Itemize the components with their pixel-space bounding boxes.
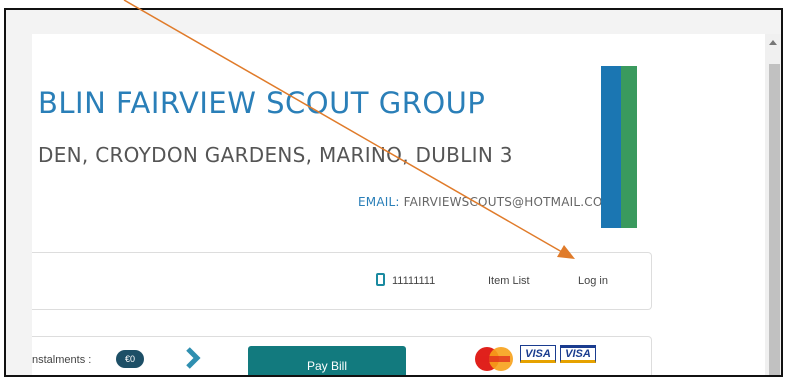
brand-bar-green	[621, 66, 637, 228]
screenshot-frame: BLIN FAIRVIEW SCOUT GROUP DEN, CROYDON G…	[4, 8, 783, 377]
instalments-badge[interactable]: €0	[116, 350, 144, 368]
login-link[interactable]: Log in	[578, 275, 608, 287]
site-address: DEN, CROYDON GARDENS, MARINO, DUBLIN 3	[38, 143, 513, 167]
pay-bill-button[interactable]: Pay Bill	[248, 346, 406, 375]
email-value[interactable]: FAIRVIEWSCOUTS@HOTMAIL.COM	[404, 195, 613, 209]
top-navbar: 11111111 Item List Log in	[32, 252, 652, 310]
scroll-thumb[interactable]	[769, 64, 780, 375]
brand-bar-blue	[601, 66, 621, 228]
phone-number[interactable]: 11111111	[392, 275, 435, 287]
instalments-label: nstalments :	[32, 354, 92, 366]
web-page: BLIN FAIRVIEW SCOUT GROUP DEN, CROYDON G…	[32, 34, 765, 375]
payment-panel: nstalments : €0 Pay Bill VISA VISA	[32, 336, 652, 375]
mobile-phone-icon	[376, 273, 385, 286]
email-label: EMAIL:	[358, 195, 400, 209]
mastercard-icon	[475, 347, 513, 371]
brand-color-bar	[601, 66, 637, 228]
visa-icon: VISA	[520, 345, 556, 363]
site-title: BLIN FAIRVIEW SCOUT GROUP	[38, 86, 486, 120]
vertical-scrollbar[interactable]	[765, 34, 781, 375]
visa-electron-icon: VISA	[560, 345, 596, 363]
item-list-link[interactable]: Item List	[488, 275, 530, 287]
chevron-right-icon	[186, 347, 201, 369]
contact-email: EMAIL: FAIRVIEWSCOUTS@HOTMAIL.COM	[358, 195, 613, 209]
scroll-up-arrow-icon[interactable]	[769, 40, 777, 45]
